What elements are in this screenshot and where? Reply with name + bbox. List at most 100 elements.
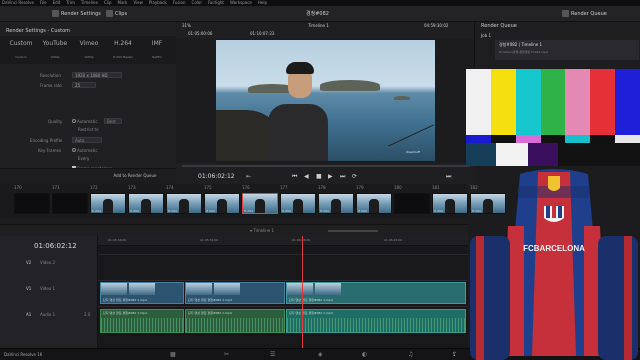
- clip-thumbnail[interactable]: H.264: [432, 193, 468, 214]
- playhead[interactable]: [302, 236, 303, 348]
- media-page-icon[interactable]: ▦: [170, 351, 176, 358]
- zoom-level[interactable]: 31%: [182, 23, 191, 28]
- render-settings-button[interactable]: Render Settings: [52, 8, 101, 20]
- clip-thumbnail[interactable]: H.264: [242, 193, 278, 214]
- thumbnail-codec: H.264: [282, 209, 291, 213]
- thumbnail-number: 179: [356, 185, 364, 190]
- encoding-profile-select[interactable]: Auto: [72, 137, 102, 143]
- clip-thumbnail[interactable]: H.264: [128, 193, 164, 214]
- clip-thumbnail[interactable]: H.264: [204, 193, 240, 214]
- audio-clip[interactable]: 단디 영상 편집 경청#082 1.mp4: [185, 309, 285, 333]
- clip-thumbnail[interactable]: [52, 193, 88, 214]
- resolution-label: Resolution: [40, 73, 61, 78]
- video-clip-selected[interactable]: 단디 영상 편집 경청#082 1.mp4: [286, 282, 466, 304]
- audio-clip-selected[interactable]: 단디 영상 편집 경청#082 1.mp4: [286, 309, 466, 333]
- deliver-page-icon[interactable]: ⇪: [452, 351, 457, 358]
- frame-rate-select[interactable]: 25: [72, 82, 96, 88]
- menu-item[interactable]: Workspace: [230, 0, 252, 5]
- timeline-ruler[interactable]: 01:05:36:0001:05:52:0001:06:08:0001:06:2…: [98, 236, 468, 246]
- menu-item[interactable]: Trim: [66, 0, 75, 5]
- thumbnail-codec: H.264: [168, 209, 177, 213]
- audio-clip[interactable]: 단디 영상 편집 경청#082 1.mp4: [100, 309, 184, 333]
- preset-sub: 1080p: [84, 55, 94, 59]
- clip-thumbnail[interactable]: H.264: [356, 193, 392, 214]
- preset-tile[interactable]: Custom Custom: [6, 40, 36, 59]
- track-headers: 01:06:02:12 V2 Video 2 V1 Video 1 A1 Aud…: [0, 236, 98, 348]
- video-clip[interactable]: 단디 영상 편집 경청#082 1.mp4: [100, 282, 184, 304]
- color-bars-overlay: [466, 69, 640, 166]
- play-icon[interactable]: ▶: [328, 173, 333, 180]
- clip-thumbnail[interactable]: H.264: [318, 193, 354, 214]
- render-queue-button[interactable]: Render Queue: [562, 8, 607, 20]
- add-to-render-queue-button[interactable]: Add to Render Queue: [100, 173, 170, 178]
- quality-auto-radio[interactable]: Automatic: [72, 119, 98, 124]
- render-queue-header: Render Queue: [481, 23, 517, 29]
- menu-item[interactable]: File: [40, 0, 47, 5]
- match-frame-icon[interactable]: ⇤: [246, 173, 251, 180]
- video-clip[interactable]: 단디 영상 편집 경청#082 1.mp4: [185, 282, 285, 304]
- timeline-selector[interactable]: ▾ Timeline 1: [250, 228, 274, 233]
- clip-thumbnail[interactable]: H.264: [90, 193, 126, 214]
- next-edit-icon[interactable]: ⏭: [446, 173, 451, 181]
- add-button-row: Add to Render Queue: [0, 168, 176, 182]
- video-viewer[interactable]: dreamuff: [216, 40, 435, 161]
- clip-thumbnail[interactable]: H.264: [166, 193, 202, 214]
- clip-thumbnail[interactable]: [394, 193, 430, 214]
- thumbnail-number: 180: [394, 185, 402, 190]
- thumbnail-codec: H.264: [358, 209, 367, 213]
- menu-item[interactable]: View: [133, 0, 143, 5]
- timeline-name[interactable]: Timeline 1: [308, 23, 329, 28]
- render-queue-icon: [562, 10, 569, 17]
- key-frames-auto-radio[interactable]: Automatic: [72, 148, 98, 153]
- timeline-toolbar: ▾ Timeline 1: [0, 224, 468, 236]
- render-job-card[interactable]: 경청#082 | Timeline 1 D:\Video\경청\경청영상 H.2…: [495, 40, 639, 60]
- menu-item[interactable]: Clip: [104, 0, 112, 5]
- menu-item[interactable]: Edit: [53, 0, 61, 5]
- menu-item[interactable]: Timeline: [81, 0, 98, 5]
- preset-sub: H.264 Master: [112, 55, 134, 59]
- fusion-page-icon[interactable]: ◈: [318, 351, 323, 358]
- clip-thumbnail[interactable]: [14, 193, 50, 214]
- menu-item[interactable]: Help: [258, 0, 267, 5]
- ruler-tick-label: 01:06:24:00: [384, 238, 403, 242]
- menu-item[interactable]: DaVinci Resolve: [2, 0, 34, 5]
- preset-name: IMF: [151, 40, 163, 47]
- stop-icon[interactable]: ■: [316, 173, 322, 180]
- clip-thumbnail[interactable]: H.264: [280, 193, 316, 214]
- watermark-text: dreamuff: [406, 150, 420, 154]
- cut-page-icon[interactable]: ✂: [224, 351, 229, 358]
- fairlight-page-icon[interactable]: ♫: [408, 351, 413, 358]
- restrict-to-label: Restrict to: [78, 127, 99, 132]
- thumbnail-codec: H.264: [206, 209, 215, 213]
- render-job-title: 경청#082 | Timeline 1: [499, 42, 543, 47]
- menu-item[interactable]: Fusion: [173, 0, 186, 5]
- loop-icon[interactable]: ⟳: [352, 173, 357, 180]
- menu-item[interactable]: Mark: [118, 0, 128, 5]
- skip-back-icon[interactable]: ⏮: [292, 173, 297, 181]
- preset-tile[interactable]: Vimeo 1080p: [74, 40, 104, 59]
- timeline-timecode: 01:06:02:12: [34, 242, 77, 250]
- project-title: 경청#082: [306, 11, 329, 17]
- skip-forward-icon[interactable]: ⏭: [340, 173, 345, 181]
- scrubber[interactable]: [182, 165, 470, 167]
- menu-item[interactable]: Color: [192, 0, 202, 5]
- resolution-select[interactable]: 1920 x 1080 HD: [72, 72, 122, 78]
- chair-graphic: FCBARCELONA: [470, 169, 638, 360]
- preset-tile[interactable]: H.264 H.264 Master: [108, 40, 138, 59]
- preset-name: Vimeo: [79, 40, 99, 47]
- edit-page-icon[interactable]: ☰: [270, 351, 275, 358]
- quality-best-select[interactable]: Best: [104, 118, 122, 124]
- color-page-icon[interactable]: ◐: [362, 351, 367, 358]
- play-reverse-icon[interactable]: ◀: [304, 173, 309, 180]
- clips-button[interactable]: Clips: [106, 8, 127, 20]
- fcbarcelona-chair-overlay: FCBARCELONA: [468, 166, 640, 360]
- preset-name: Custom: [9, 40, 33, 47]
- preset-tile[interactable]: IMF Netflix: [142, 40, 172, 59]
- zoom-slider[interactable]: [328, 230, 378, 232]
- menu-item[interactable]: Playback: [149, 0, 167, 5]
- frame-rate-label: Frame rate: [40, 83, 62, 88]
- menu-item[interactable]: Fairlight: [208, 0, 224, 5]
- preset-tile[interactable]: YouTube 1080p: [40, 40, 70, 59]
- preset-name: YouTube: [42, 40, 68, 47]
- track-a1-name: Audio 1: [40, 312, 56, 317]
